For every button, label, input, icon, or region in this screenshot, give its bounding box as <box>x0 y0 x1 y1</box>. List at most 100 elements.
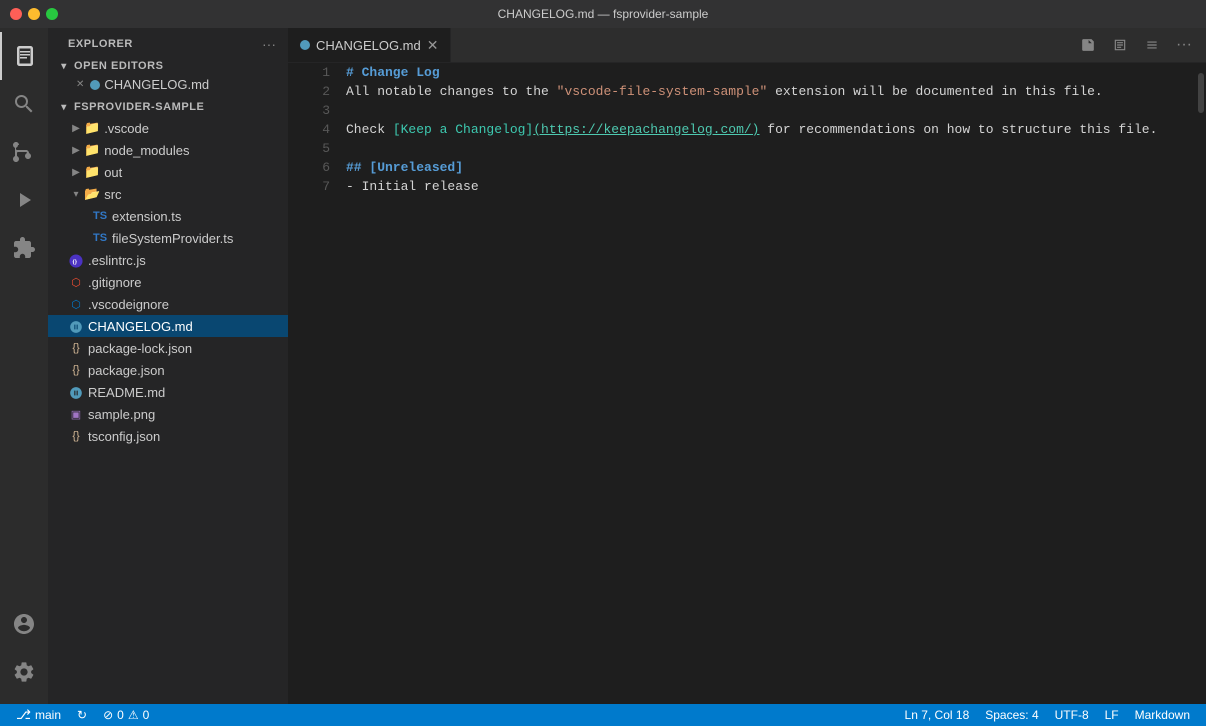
sidebar-item-out[interactable]: ▶ 📁 out <box>48 161 288 183</box>
more-actions-icon[interactable]: ··· <box>1170 31 1198 59</box>
scrollbar-thumb[interactable] <box>1198 73 1204 113</box>
sidebar-item-vscodeignore[interactable]: ⬡ .vscodeignore <box>48 293 288 315</box>
tab-changelog[interactable]: CHANGELOG.md ✕ <box>288 28 451 62</box>
settings-activity-icon[interactable] <box>0 648 48 696</box>
source-control-activity-icon[interactable] <box>0 128 48 176</box>
minimize-button[interactable] <box>28 8 40 20</box>
sidebar-header-icons: ··· <box>262 36 276 52</box>
sidebar-item-changelog[interactable]: CHANGELOG.md <box>48 315 288 337</box>
json-icon: {} <box>68 430 84 442</box>
ts-icon: TS <box>92 232 108 244</box>
folder-label-node-modules: node_modules <box>104 143 189 158</box>
encoding-label: UTF-8 <box>1055 708 1089 722</box>
branch-label: main <box>35 708 61 722</box>
folder-chevron-icon: ▶ <box>68 167 84 178</box>
code-line-7: - Initial release <box>346 177 1192 196</box>
toggle-layout-icon[interactable] <box>1106 31 1134 59</box>
file-label-extension-ts: extension.ts <box>112 209 181 224</box>
status-errors[interactable]: ⊘ 0 ⚠ 0 <box>95 704 157 726</box>
activity-bar <box>0 28 48 704</box>
code-line-3 <box>346 101 1192 120</box>
sidebar: Explorer ··· ▾ Open Editors ✕ CHANGELOG.… <box>48 28 288 704</box>
window-title: CHANGELOG.md — fsprovider-sample <box>498 7 709 21</box>
extensions-activity-icon[interactable] <box>0 224 48 272</box>
explorer-activity-icon[interactable] <box>0 32 48 80</box>
sidebar-item-gitignore[interactable]: ⬡ .gitignore <box>48 271 288 293</box>
json-icon: {} <box>68 364 84 376</box>
code-line-4: Check [Keep a Changelog](https://keepach… <box>346 120 1192 139</box>
folder-open-chevron-icon: ▾ <box>68 189 84 200</box>
file-label-package-lock: package-lock.json <box>88 341 192 356</box>
line-numbers: 1 2 3 4 5 6 7 <box>288 63 338 704</box>
code-line-6: ## [Unreleased] <box>346 158 1192 177</box>
open-editors-label: Open Editors <box>74 60 164 72</box>
ts-icon: TS <box>92 210 108 222</box>
close-editor-icon[interactable]: ✕ <box>76 79 84 90</box>
md-file-icon <box>68 384 84 400</box>
status-position[interactable]: Ln 7, Col 18 <box>897 704 978 726</box>
editor-area: CHANGELOG.md ✕ ··· 1 <box>288 28 1206 704</box>
open-editor-filename: CHANGELOG.md <box>104 77 209 92</box>
status-bar: ⎇ main ↻ ⊘ 0 ⚠ 0 Ln 7, Col 18 Spaces: 4 … <box>0 704 1206 726</box>
file-label-vscodeignore: .vscodeignore <box>88 297 169 312</box>
branch-icon: ⎇ <box>16 707 31 723</box>
sidebar-item-vscode[interactable]: ▶ 📁 .vscode <box>48 117 288 139</box>
git-icon: ⬡ <box>68 276 84 289</box>
status-language[interactable]: Markdown <box>1127 704 1198 726</box>
sidebar-item-tsconfig[interactable]: {} tsconfig.json <box>48 425 288 447</box>
title-bar: CHANGELOG.md — fsprovider-sample <box>0 0 1206 28</box>
folder-label-src: src <box>104 187 121 202</box>
project-label: FSPROVIDER-SAMPLE <box>74 101 204 113</box>
account-activity-icon[interactable] <box>0 600 48 648</box>
tab-bar: CHANGELOG.md ✕ ··· <box>288 28 1206 63</box>
folder-label-out: out <box>104 165 122 180</box>
run-activity-icon[interactable] <box>0 176 48 224</box>
project-header[interactable]: ▾ FSPROVIDER-SAMPLE <box>48 97 288 117</box>
open-editors-chevron: ▾ <box>56 61 72 72</box>
code-editor[interactable]: # Change Log All notable changes to the … <box>338 63 1192 704</box>
sidebar-item-package-json[interactable]: {} package.json <box>48 359 288 381</box>
search-activity-icon[interactable] <box>0 80 48 128</box>
more-options-icon[interactable]: ··· <box>262 36 276 52</box>
status-right: Ln 7, Col 18 Spaces: 4 UTF-8 LF Markdown <box>897 704 1198 726</box>
status-line-ending[interactable]: LF <box>1097 704 1127 726</box>
sidebar-item-extension-ts[interactable]: TS extension.ts <box>48 205 288 227</box>
file-label-tsconfig: tsconfig.json <box>88 429 160 444</box>
file-dot-icon <box>90 80 100 90</box>
md-file-icon <box>68 318 84 334</box>
editor-content[interactable]: 1 2 3 4 5 6 7 # Change Log All notable c… <box>288 63 1206 704</box>
split-editor-icon[interactable] <box>1074 31 1102 59</box>
open-editors-header[interactable]: ▾ Open Editors <box>48 56 288 76</box>
status-spaces[interactable]: Spaces: 4 <box>977 704 1046 726</box>
sidebar-item-sample-png[interactable]: ▣ sample.png <box>48 403 288 425</box>
close-button[interactable] <box>10 8 22 20</box>
folder-icon: 📁 <box>84 120 100 136</box>
status-encoding[interactable]: UTF-8 <box>1047 704 1097 726</box>
status-branch[interactable]: ⎇ main <box>8 704 69 726</box>
sidebar-item-package-lock[interactable]: {} package-lock.json <box>48 337 288 359</box>
sidebar-item-node_modules[interactable]: ▶ 📁 node_modules <box>48 139 288 161</box>
sidebar-item-filesystem-provider-ts[interactable]: TS fileSystemProvider.ts <box>48 227 288 249</box>
tab-actions: ··· <box>1074 28 1206 62</box>
sidebar-item-eslintrc[interactable]: {} .eslintrc.js <box>48 249 288 271</box>
code-line-5 <box>346 139 1192 158</box>
editor-scrollbar[interactable] <box>1192 63 1206 704</box>
tab-close-icon[interactable]: ✕ <box>427 38 439 52</box>
eslint-icon: {} <box>68 252 84 268</box>
folder-chevron-icon: ▶ <box>68 123 84 134</box>
folder-icon: 📁 <box>84 142 100 158</box>
code-line-2: All notable changes to the "vscode-file-… <box>346 82 1192 101</box>
error-count: 0 <box>117 708 124 722</box>
tab-label: CHANGELOG.md <box>316 38 421 53</box>
file-label-package-json: package.json <box>88 363 165 378</box>
sync-icon: ↻ <box>77 708 87 722</box>
maximize-button[interactable] <box>46 8 58 20</box>
line-ending-label: LF <box>1105 708 1119 722</box>
sidebar-item-readme[interactable]: README.md <box>48 381 288 403</box>
file-label-readme: README.md <box>88 385 165 400</box>
status-sync[interactable]: ↻ <box>69 704 95 726</box>
open-editor-changelog[interactable]: ✕ CHANGELOG.md <box>48 76 288 93</box>
customize-layout-icon[interactable] <box>1138 31 1166 59</box>
folder-label-vscode: .vscode <box>104 121 149 136</box>
sidebar-item-src[interactable]: ▾ 📂 src <box>48 183 288 205</box>
